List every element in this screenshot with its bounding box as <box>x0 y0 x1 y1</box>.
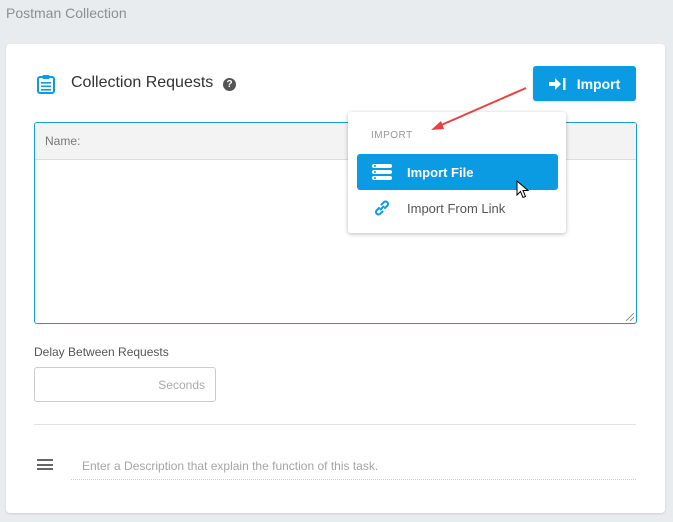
question-circle-icon[interactable]: ? <box>223 78 236 91</box>
link-icon <box>375 200 389 216</box>
description-input[interactable] <box>71 452 636 480</box>
page-title: Postman Collection <box>6 5 127 21</box>
menu-item-label: Import File <box>407 164 474 180</box>
import-menu-header: IMPORT <box>371 130 413 141</box>
menu-lines-icon <box>37 459 53 470</box>
delay-label: Delay Between Requests <box>34 345 169 359</box>
clipboard-list-icon <box>37 75 55 94</box>
import-button-label: Import <box>576 75 621 92</box>
server-stack-icon <box>372 164 392 180</box>
import-dropdown-menu: IMPORT Import File Import From Link <box>348 112 566 233</box>
mouse-cursor-icon <box>516 180 530 199</box>
menu-item-label: Import From Link <box>407 200 506 216</box>
divider <box>34 424 636 425</box>
section-title: Collection Requests <box>71 74 214 91</box>
sign-in-arrow-icon <box>548 77 566 90</box>
resize-handle[interactable] <box>626 313 634 321</box>
import-button[interactable]: Import <box>533 66 636 101</box>
delay-input[interactable] <box>34 367 216 402</box>
